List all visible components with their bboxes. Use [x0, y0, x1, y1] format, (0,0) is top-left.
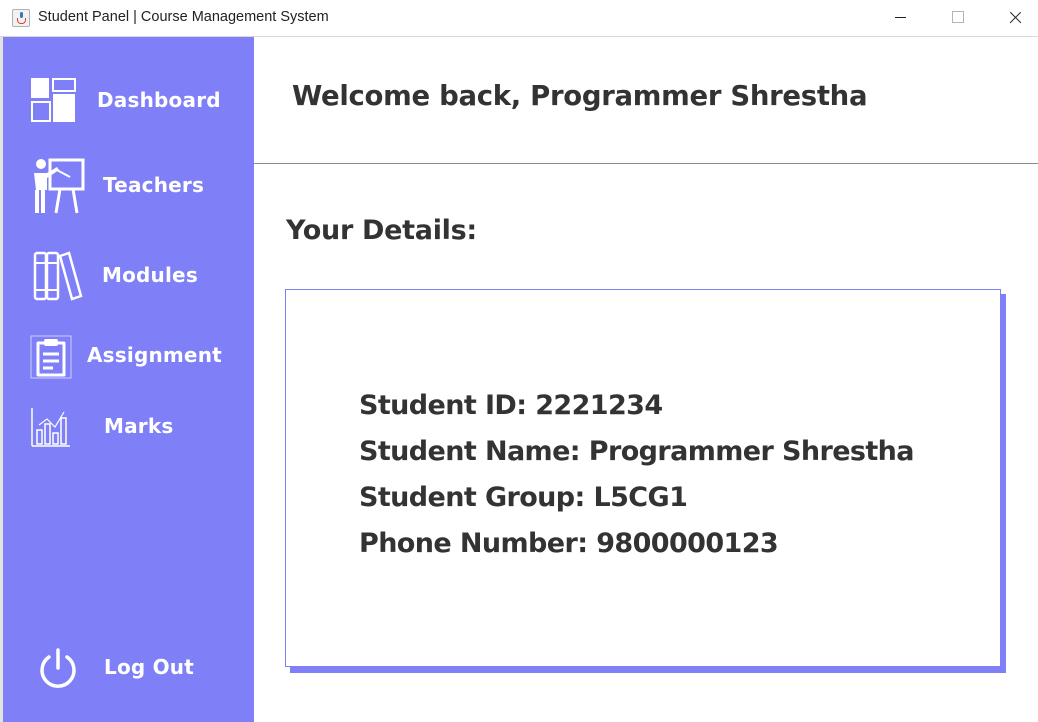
minimize-button[interactable]: [877, 0, 923, 37]
logout-label: Log Out: [104, 655, 194, 679]
bar-chart-icon: [31, 408, 70, 447]
books-icon: [33, 251, 83, 301]
logout-button[interactable]: Log Out: [3, 641, 254, 697]
sidebar-item-label: Assignment: [87, 343, 222, 367]
java-cup-icon: [12, 9, 30, 27]
sidebar: Dashboard Teachers Modules Assignment Ma…: [3, 37, 254, 722]
student-name: Student Name: Programmer Shrestha: [359, 436, 915, 467]
sidebar-item-marks[interactable]: Marks: [3, 401, 254, 457]
details-card: Student ID: 2221234 Student Name: Progra…: [285, 289, 1001, 667]
window-title-bar: Student Panel | Course Management System: [0, 0, 1038, 37]
sidebar-item-dashboard[interactable]: Dashboard: [3, 71, 254, 127]
sidebar-item-label: Marks: [104, 414, 174, 438]
student-group: Student Group: L5CG1: [359, 482, 688, 513]
window-title: Student Panel | Course Management System: [38, 9, 329, 25]
phone-number: Phone Number: 9800000123: [359, 528, 779, 559]
header-divider: [254, 163, 1038, 164]
power-icon: [40, 648, 76, 688]
teacher-whiteboard-icon: [34, 158, 85, 214]
clipboard-icon: [30, 335, 72, 379]
sidebar-item-label: Teachers: [103, 173, 205, 197]
close-button[interactable]: [992, 0, 1038, 37]
details-title: Your Details:: [286, 215, 477, 246]
sidebar-item-assignment[interactable]: Assignment: [3, 329, 254, 385]
welcome-heading: Welcome back, Programmer Shrestha: [292, 80, 868, 112]
maximize-button[interactable]: [934, 0, 980, 37]
sidebar-item-label: Modules: [102, 263, 198, 287]
dashboard-grid-icon: [31, 78, 76, 122]
student-id: Student ID: 2221234: [359, 390, 663, 421]
sidebar-item-modules[interactable]: Modules: [3, 245, 254, 301]
sidebar-item-label: Dashboard: [97, 88, 221, 112]
sidebar-item-teachers[interactable]: Teachers: [3, 155, 254, 214]
